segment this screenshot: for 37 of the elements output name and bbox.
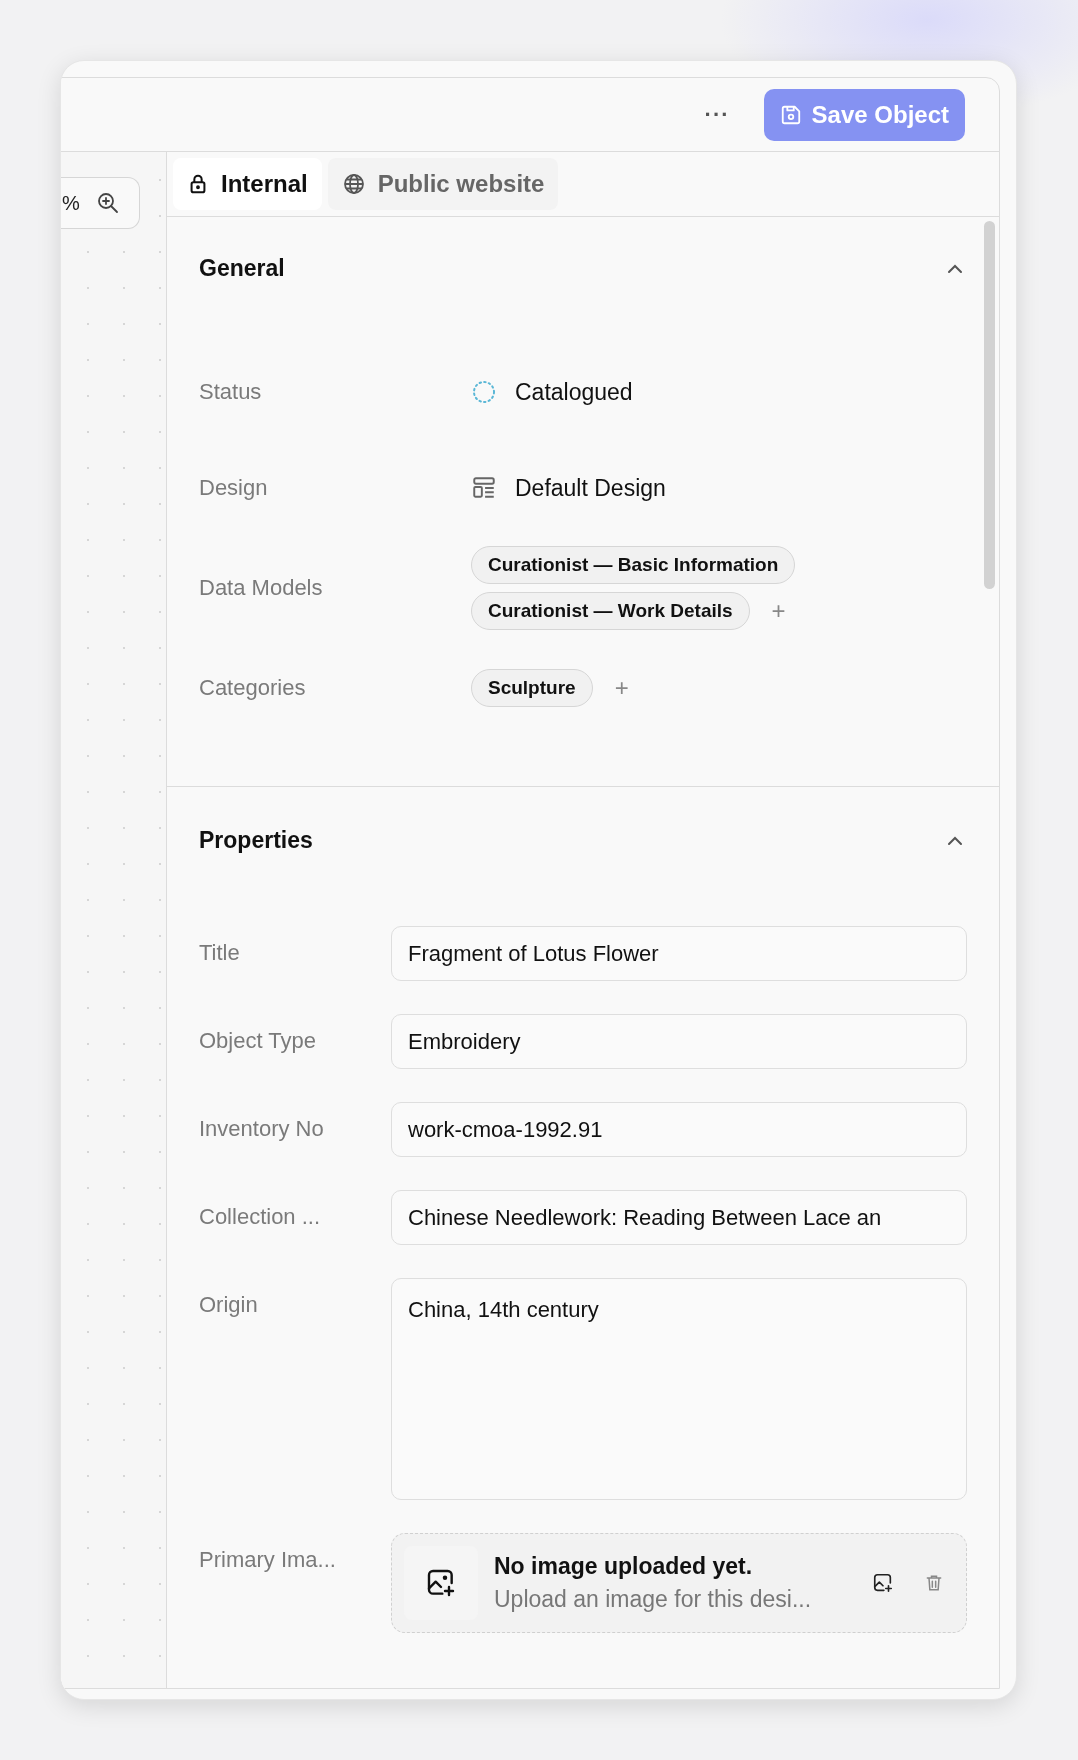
field-label: Primary Ima... — [199, 1546, 337, 1573]
empty-image-hint: Upload an image for this desi... — [494, 1586, 813, 1613]
zoom-in-icon[interactable] — [95, 191, 120, 215]
field-label: Title — [199, 939, 241, 966]
field-label: Data Models — [199, 575, 324, 601]
add-image-icon[interactable] — [872, 1572, 894, 1594]
text-input[interactable]: Embroidery — [391, 1014, 967, 1069]
tag-chip[interactable]: Curationist — Basic Information — [471, 546, 796, 584]
text-area[interactable]: China, 14th century — [391, 1278, 967, 1500]
tag-chip[interactable]: Curationist — Work Details — [471, 592, 750, 630]
text-input[interactable]: Fragment of Lotus Flower — [391, 926, 967, 981]
text-input[interactable]: work-cmoa-1992.91 — [391, 1102, 967, 1157]
field-label: Object Type — [199, 1027, 317, 1054]
trash-icon[interactable] — [924, 1573, 944, 1593]
globe-icon — [341, 172, 366, 196]
tab[interactable]: Public website — [327, 158, 559, 210]
field-label: Collection ... — [199, 1203, 322, 1230]
more-button[interactable]: ··· — [698, 100, 736, 129]
add-image-icon — [425, 1567, 457, 1599]
status-value[interactable]: Catalogued — [515, 378, 633, 406]
dotted-circle-icon — [471, 379, 497, 405]
scrollbar[interactable] — [984, 221, 995, 589]
section-title: General — [199, 255, 285, 282]
field-label: Categories — [199, 675, 307, 701]
empty-image-title: No image uploaded yet. — [494, 1553, 754, 1580]
tab[interactable]: Internal — [173, 158, 322, 210]
text-input[interactable]: Chinese Needlework: Reading Between Lace an — [391, 1190, 967, 1245]
tag-chip[interactable]: Sculpture — [471, 669, 593, 707]
design-value[interactable]: Default Design — [515, 474, 666, 502]
field-label: Inventory No — [199, 1115, 325, 1142]
field-label: Design — [199, 475, 269, 501]
field-label: Origin — [199, 1291, 259, 1318]
layout-icon — [471, 475, 497, 501]
image-upload-area[interactable]: No image uploaded yet. Upload an image for this desi... — [391, 1533, 967, 1633]
field-label: Status — [199, 379, 263, 405]
zoom-percent: % — [62, 191, 80, 215]
section-title: Properties — [199, 827, 313, 854]
